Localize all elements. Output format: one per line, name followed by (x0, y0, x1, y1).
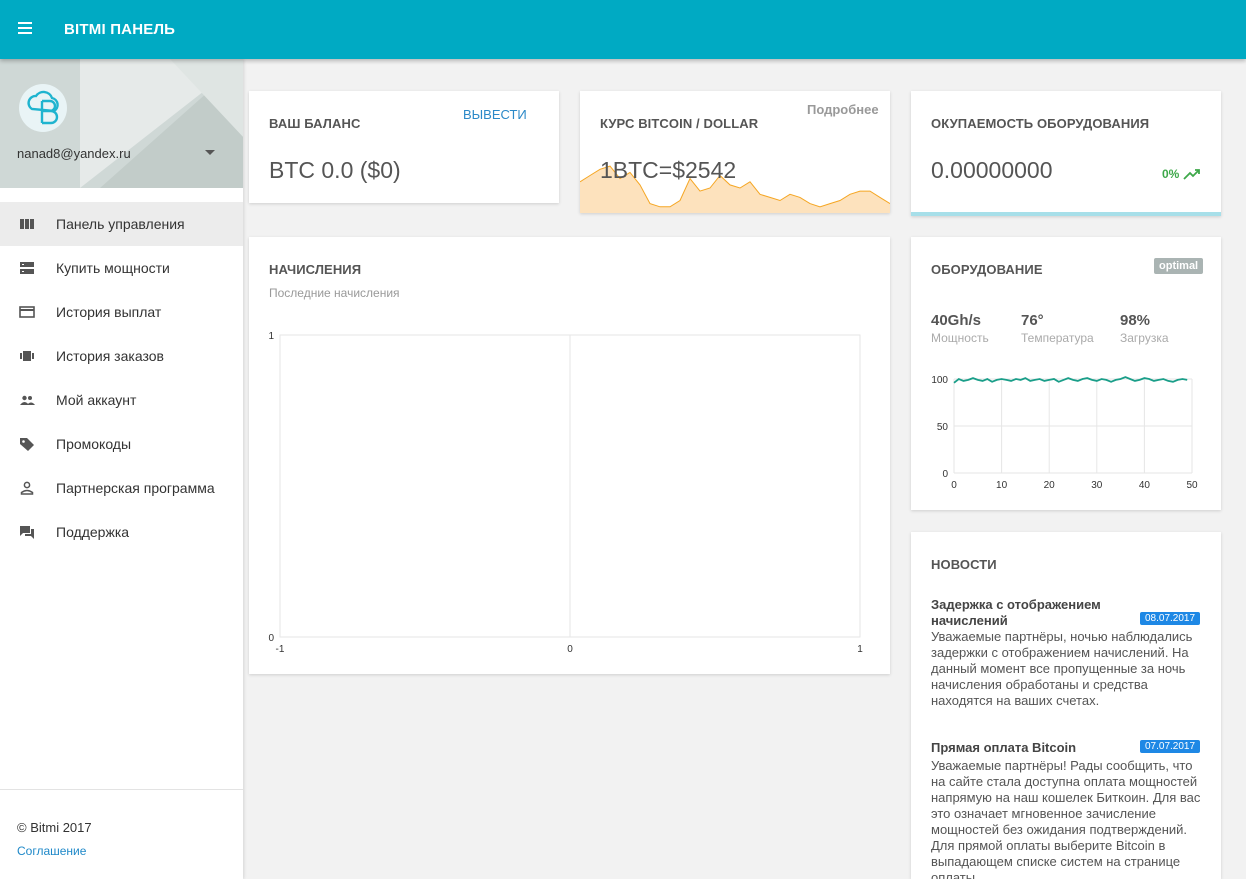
balance-value: BTC 0.0 ($0) (269, 157, 401, 183)
equipment-load-chart: 0 10 20 30 40 50 0 50 100 (931, 375, 1198, 491)
temperature-value: 76° (1021, 312, 1044, 329)
profile-panel: nanad8@yandex.ru (0, 59, 243, 188)
accruals-subtitle: Последние начисления (269, 286, 400, 300)
sidebar-footer: © Bitmi 2017 Соглашение (0, 789, 243, 879)
sidebar-item-my-account[interactable]: Мой аккаунт (0, 378, 243, 422)
sidebar-item-label: Партнерская программа (56, 480, 215, 496)
tag-icon (20, 438, 34, 451)
sidebar-item-payout-history[interactable]: История выплат (0, 290, 243, 334)
payback-title: ОКУПАЕМОСТЬ ОБОРУДОВАНИЯ (931, 116, 1150, 131)
load-series-line (953, 376, 1188, 384)
chat-icon (20, 526, 34, 539)
trending-up-icon (1183, 169, 1200, 180)
news-item-body: Уважаемые партнёры, ночью наблюдались за… (931, 629, 1193, 708)
news-item-date: 08.07.2017 (1140, 612, 1201, 625)
agreement-link[interactable]: Соглашение (17, 844, 86, 858)
sidebar-item-partner-program[interactable]: Партнерская программа (0, 466, 243, 510)
app-title: BITMI ПАНЕЛЬ (64, 21, 176, 38)
copyright-text: © Bitmi 2017 (17, 820, 92, 835)
news-item-title[interactable]: Задержка с отображением начислений (931, 597, 1146, 629)
sidebar-item-label: Поддержка (56, 524, 130, 540)
x-tick-label: 20 (1044, 480, 1056, 491)
sidebar-item-order-history[interactable]: История заказов (0, 334, 243, 378)
news-title: НОВОСТИ (931, 557, 997, 572)
load-label: Загрузка (1120, 331, 1169, 345)
sidebar-item-label: Промокоды (56, 436, 132, 452)
hashrate-value: 40Gh/s (931, 312, 982, 329)
equipment-title: ОБОРУДОВАНИЕ (931, 262, 1043, 277)
x-tick-label: 0 (567, 644, 573, 655)
sidebar-item-label: История заказов (56, 348, 164, 364)
user-menu-caret-icon[interactable] (205, 150, 215, 155)
x-tick-label: 1 (857, 644, 863, 655)
news-item-title[interactable]: Прямая оплата Bitcoin (931, 740, 1131, 756)
sidebar-item-buy-power[interactable]: Купить мощности (0, 246, 243, 290)
payback-card: ОКУПАЕМОСТЬ ОБОРУДОВАНИЯ 0.00000000 0% (911, 91, 1221, 216)
orders-icon (20, 351, 34, 361)
x-tick-label: 30 (1091, 480, 1103, 491)
payback-value: 0.00000000 (931, 157, 1053, 183)
dashboard-icon (20, 219, 34, 229)
hamburger-icon[interactable] (18, 22, 32, 34)
sidebar: nanad8@yandex.ru Панель управления Купит… (0, 59, 243, 879)
sidebar-item-label: Купить мощности (56, 260, 170, 276)
cloud-b-logo-icon (19, 84, 67, 132)
load-value: 98% (1120, 312, 1151, 329)
sidebar-item-label: Панель управления (56, 216, 185, 232)
balance-card: ВАШ БАЛАНС ВЫВЕСТИ BTC 0.0 ($0) (249, 91, 559, 203)
person-icon (20, 481, 34, 495)
sidebar-nav: Панель управления Купить мощности Истори… (0, 202, 243, 554)
sidebar-item-label: Мой аккаунт (56, 392, 137, 408)
news-item-date: 07.07.2017 (1140, 740, 1201, 753)
sidebar-item-support[interactable]: Поддержка (0, 510, 243, 554)
news-card: НОВОСТИ Задержка с отображением начислен… (911, 532, 1221, 879)
sidebar-item-dashboard[interactable]: Панель управления (0, 202, 243, 246)
hashrate-label: Мощность (931, 331, 989, 345)
credit-card-icon (19, 306, 35, 318)
more-link[interactable]: Подробнее (807, 102, 879, 117)
accruals-chart: -1 0 101 (268, 331, 863, 655)
news-item-body: Уважаемые партнёры! Рады сообщить, что н… (931, 758, 1201, 879)
equipment-card: ОБОРУДОВАНИЕ optimal 40Gh/s Мощность 76°… (911, 237, 1221, 510)
sidebar-item-promocodes[interactable]: Промокоды (0, 422, 243, 466)
people-icon (20, 395, 35, 405)
x-tick-label: 50 (1186, 480, 1198, 491)
user-email: nanad8@yandex.ru (17, 146, 131, 161)
y-tick-label: 0 (268, 633, 274, 644)
y-tick-label: 50 (937, 422, 949, 433)
status-badge: optimal (1154, 258, 1204, 274)
temperature-label: Температура (1021, 331, 1094, 345)
x-tick-label: 0 (951, 480, 957, 491)
x-tick-label: 40 (1139, 480, 1151, 491)
x-tick-label: 10 (996, 480, 1008, 491)
server-icon (20, 262, 34, 274)
top-bar: BITMI ПАНЕЛЬ (0, 0, 1246, 59)
btc-rate-card: КУРС BITCOIN / DOLLAR Подробнее 1BTC=$25… (580, 91, 890, 213)
y-tick-label: 1 (268, 331, 274, 342)
sidebar-item-label: История выплат (56, 304, 162, 320)
y-tick-label: 100 (931, 375, 948, 386)
accruals-card: НАЧИСЛЕНИЯ Последние начисления -1 0 1 0 1 (249, 237, 890, 674)
y-tick-label: 0 (942, 469, 948, 480)
withdraw-button[interactable]: ВЫВЕСТИ (463, 107, 527, 122)
x-tick-label: -1 (276, 644, 285, 655)
balance-title: ВАШ БАЛАНС (269, 116, 361, 131)
rate-title: КУРС BITCOIN / DOLLAR (600, 116, 759, 131)
accruals-title: НАЧИСЛЕНИЯ (269, 262, 362, 277)
rate-value: 1BTC=$2542 (600, 157, 737, 183)
payback-percent: 0% (1162, 167, 1180, 181)
